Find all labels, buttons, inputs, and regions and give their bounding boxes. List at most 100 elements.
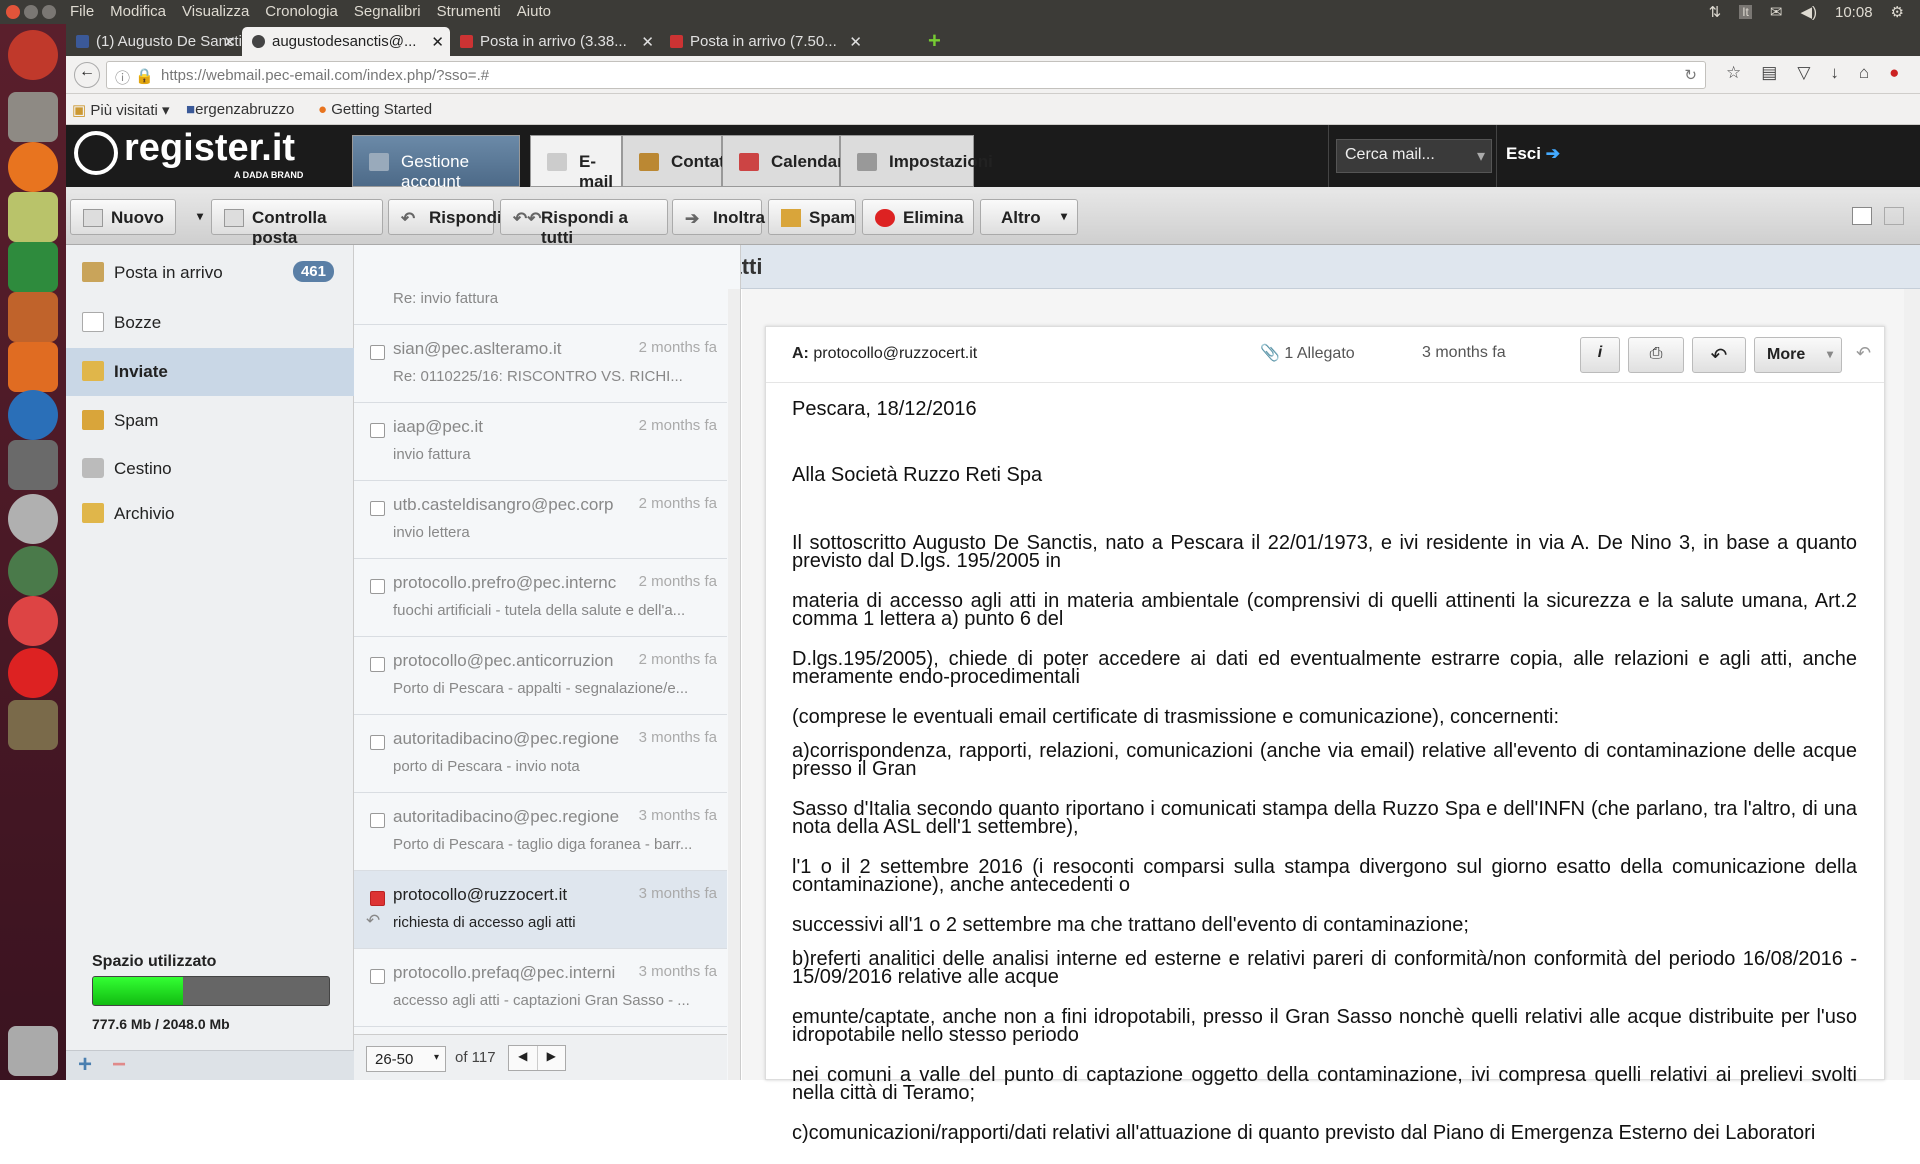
close-tab-icon[interactable]: ✕ [849,33,862,51]
menu-strumenti[interactable]: Strumenti [437,3,501,20]
back-icon[interactable]: ← [74,62,100,88]
mail-icon[interactable]: ✉ [1770,3,1783,21]
folder-inviate[interactable]: Inviate [66,348,354,396]
address-bar[interactable]: https://webmail.pec-email.com/index.php/… [106,61,1706,89]
reply-button[interactable]: ↶ Rispondi [388,199,502,235]
trash-icon[interactable] [8,1026,58,1076]
info-button[interactable]: i [1580,337,1620,373]
print-button[interactable]: ⎙ [1628,337,1684,373]
new-button[interactable]: Nuovo ▾ [70,199,203,235]
chevron-down-icon[interactable]: ▾ [1061,209,1067,223]
remove-folder-icon[interactable]: − [112,1051,126,1079]
message-checkbox[interactable] [370,579,385,594]
home-icon[interactable]: ⌂ [1859,63,1869,83]
chevron-down-icon[interactable]: ▾ [1827,347,1833,361]
new-tab-icon[interactable]: + [928,28,941,54]
more-button[interactable]: Altro ▾ [980,199,1078,235]
folder-bozze[interactable]: Bozze [66,299,354,347]
tab-gestione-account[interactable]: Gestione account [352,135,520,191]
tab-calendario[interactable]: Calendario [722,135,859,187]
message-checkbox[interactable] [370,345,385,360]
software-center-icon[interactable] [8,342,58,392]
list-item[interactable]: autoritadibacino@pec.regione 3 months fa p… [354,715,727,793]
folder-cestino[interactable]: Cestino [66,445,354,493]
tab-inbox-1[interactable]: Posta in arrivo (3.38... ✕ [450,27,660,56]
minimize-window-icon[interactable] [24,5,38,19]
reply-all-icon[interactable]: ↶ [1856,343,1871,364]
reader-icon[interactable]: ▤ [1761,63,1777,83]
layout-columns-icon[interactable] [1884,207,1904,225]
ubuntu-logo-icon[interactable] [8,30,58,80]
firefox-icon[interactable] [8,142,58,192]
message-checkbox[interactable] [370,501,385,516]
list-item[interactable]: protocollo.prefaq@pec.interni 3 months fa… [354,949,727,1027]
message-checkbox[interactable] [370,423,385,438]
alert-icon[interactable] [8,648,58,698]
tab-contatti[interactable]: Contatti [622,135,735,187]
bookmark-most-visited[interactable]: ▣ Più visitati ▾ [72,101,170,119]
list-item[interactable]: Re: invio fattura [354,289,727,325]
list-item[interactable]: autoritadibacino@pec.regione 3 months fa P… [354,793,727,871]
files-icon[interactable] [8,92,58,142]
network-icon[interactable]: ⇅ [1709,3,1722,21]
folder-spam[interactable]: Spam [66,397,354,445]
reading-scrollbar[interactable] [1904,289,1920,1080]
spam-button[interactable]: Spam [768,199,856,235]
menu-aiuto[interactable]: Aiuto [517,3,551,20]
bookmark-star-icon[interactable]: ☆ [1726,63,1741,83]
message-checkbox[interactable] [370,657,385,672]
bookmark-getting-started[interactable]: ● Getting Started [318,101,432,118]
attachment-link[interactable]: 📎 1 Allegato [1260,343,1355,363]
presentation-icon[interactable] [8,292,58,342]
maximize-window-icon[interactable] [42,5,56,19]
clock[interactable]: 10:08 [1835,4,1873,21]
folder-inbox[interactable]: Posta in arrivo 461 [66,249,354,297]
prev-page-icon[interactable]: ◀ [509,1046,537,1070]
list-item[interactable]: protocollo@pec.anticorruzion 2 months fa P… [354,637,727,715]
list-item[interactable]: sian@pec.aslteramo.it 2 months fa Re: 0110… [354,325,727,403]
download-icon[interactable]: ↓ [1830,63,1839,83]
info-icon[interactable]: ⓘ [115,67,130,88]
menu-visualizza[interactable]: Visualizza [182,3,249,20]
tab-facebook[interactable]: (1) Augusto De Sanctis ✕ [66,27,242,56]
close-window-icon[interactable] [6,5,20,19]
menu-segnalibri[interactable]: Segnalibri [354,3,421,20]
menu-file[interactable]: File [70,3,94,20]
keyboard-layout[interactable]: It [1739,5,1752,19]
add-folder-icon[interactable]: + [78,1051,92,1079]
check-mail-button[interactable]: Controlla posta [211,199,383,247]
folder-archivio[interactable]: Archivio [66,490,354,538]
tab-inbox-2[interactable]: Posta in arrivo (7.50... ✕ [660,27,868,56]
image-viewer-icon[interactable] [8,192,58,242]
settings-icon[interactable]: ⚙ [1891,3,1904,21]
chevron-down-icon[interactable]: ▾ [197,209,203,223]
message-checkbox[interactable] [370,735,385,750]
app-icon[interactable] [8,596,58,646]
pocket-icon[interactable]: ▽ [1797,63,1810,83]
message-checkbox[interactable] [370,969,385,984]
close-tab-icon[interactable]: ✕ [223,33,236,51]
menu-modifica[interactable]: Modifica [110,3,166,20]
reload-icon[interactable]: ↻ [1684,66,1697,84]
bookmark-ergenzabruzzo[interactable]: ■ergenzabruzzo [186,101,294,118]
message-checkbox[interactable] [370,813,385,828]
reply-all-button[interactable]: ↶↶ Rispondi a tutti [500,199,668,247]
list-scrollbar[interactable] [728,289,740,1080]
logout-button[interactable]: Esci ➔ [1506,144,1560,164]
list-item[interactable]: protocollo.prefro@pec.internc 2 months fa… [354,559,727,637]
updater-icon[interactable] [8,546,58,596]
pinterest-icon[interactable]: ● [1889,63,1899,83]
tab-email[interactable]: E-mail [530,135,622,191]
tab-webmail[interactable]: augustodesanctis@... ✕ [242,27,450,56]
usb-drive-icon[interactable] [8,440,58,490]
gimp-icon[interactable] [8,700,58,750]
search-mail-input[interactable]: Cerca mail... ▾ [1336,139,1492,173]
page-range-select[interactable]: 26-50 ▾ [366,1046,446,1072]
forward-button[interactable]: ➔ Inoltra [672,199,765,235]
list-item-selected[interactable]: protocollo@ruzzocert.it 3 months fa ↶ richi… [354,871,727,949]
close-tab-icon[interactable]: ✕ [641,33,654,51]
more-actions-button[interactable]: More ▾ [1754,337,1842,373]
next-page-icon[interactable]: ▶ [536,1046,566,1070]
list-item[interactable]: iaap@pec.it 2 months fa invio fattura [354,403,727,481]
cd-drive-icon[interactable] [8,494,58,544]
